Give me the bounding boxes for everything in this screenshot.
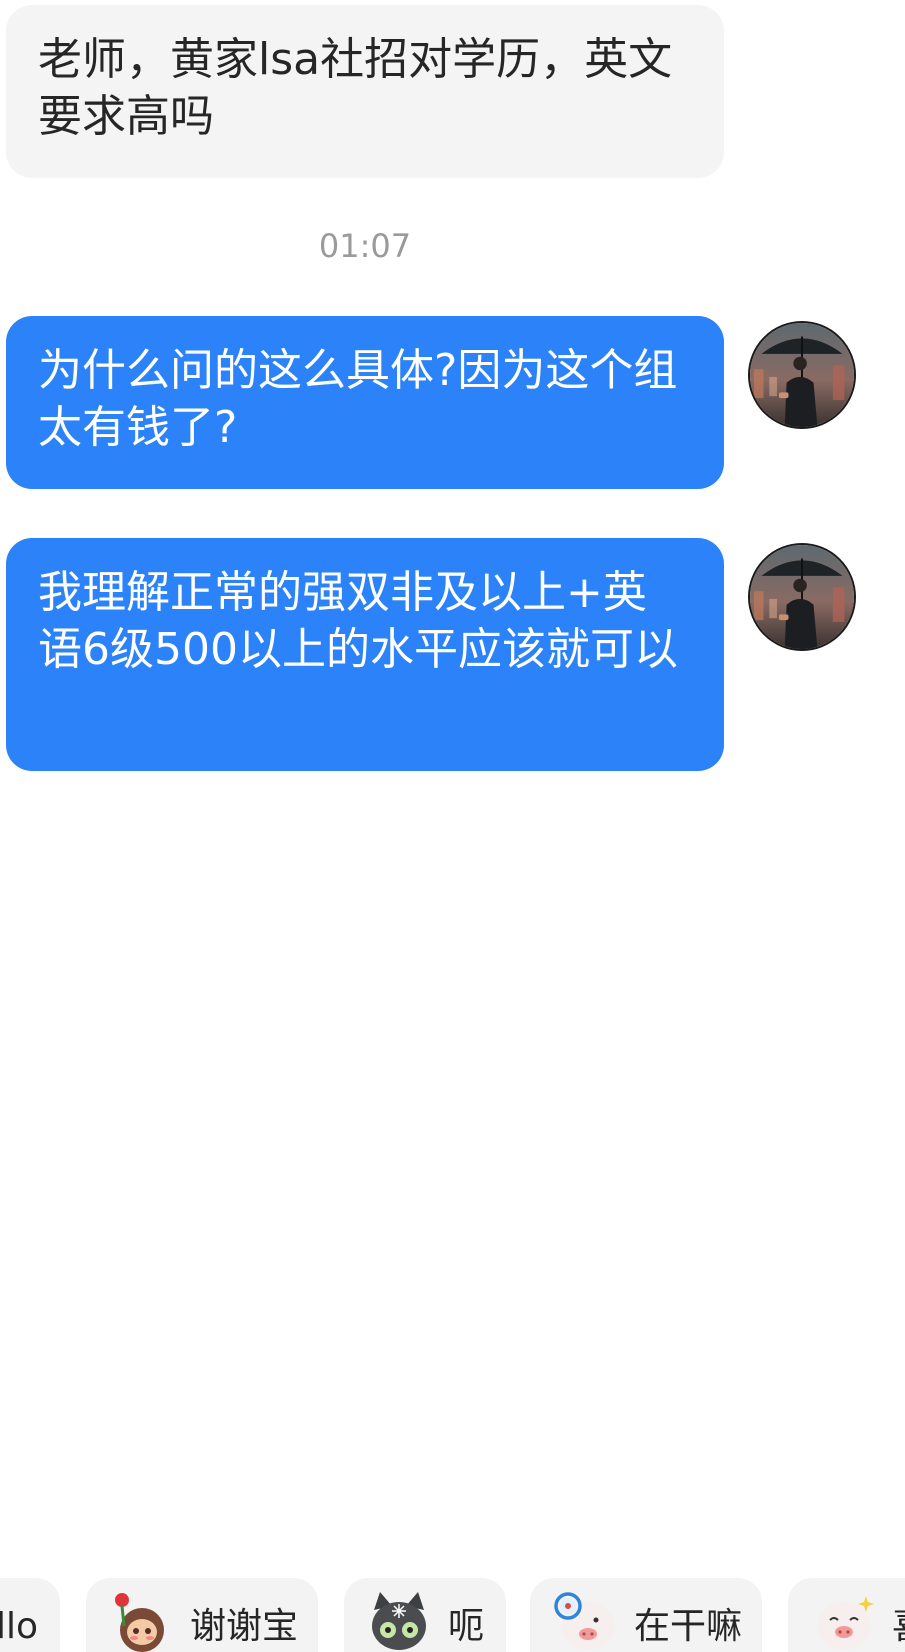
quick-reply-label: 喜 bbox=[892, 1604, 905, 1650]
pig-with-magnifier-sticker-icon bbox=[552, 1586, 618, 1652]
quick-reply-label: 呃 bbox=[448, 1606, 485, 1647]
quick-reply-chip[interactable]: llo bbox=[0, 1578, 60, 1652]
quick-reply-chip[interactable]: 喜 bbox=[788, 1578, 905, 1652]
girl-with-rose-sticker-icon bbox=[108, 1586, 174, 1652]
man-with-umbrella-avatar-icon bbox=[750, 545, 854, 649]
quick-reply-bar: llo 谢谢宝 呃 在干嘛 bbox=[0, 1578, 905, 1652]
pig-sparkle-sticker-icon bbox=[810, 1586, 876, 1652]
quick-reply-label: 在干嘛 bbox=[634, 1606, 743, 1647]
avatar[interactable] bbox=[748, 321, 856, 429]
message-text: 我理解正常的强双非及以上+英语6级500以上的水平应该就可以 bbox=[38, 567, 678, 675]
quick-reply-chip[interactable]: 谢谢宝 bbox=[86, 1578, 318, 1652]
quick-reply-label: llo bbox=[0, 1606, 39, 1647]
man-with-umbrella-avatar-icon bbox=[750, 323, 854, 427]
quick-reply-label: 谢谢宝 bbox=[190, 1606, 299, 1647]
message-bubble-outgoing[interactable]: 我理解正常的强双非及以上+英语6级500以上的水平应该就可以 bbox=[6, 538, 724, 771]
message-text: 为什么问的这么具体?因为这个组太有钱了? bbox=[38, 345, 678, 453]
quick-reply-chip[interactable]: 在干嘛 bbox=[530, 1578, 762, 1652]
gray-cat-sticker-icon bbox=[366, 1586, 432, 1652]
message-timestamp: 01:07 bbox=[318, 227, 412, 265]
message-bubble-incoming[interactable]: 老师，黄家lsa社招对学历，英文要求高吗 bbox=[6, 5, 724, 178]
avatar[interactable] bbox=[748, 543, 856, 651]
chat-screen: 老师，黄家lsa社招对学历，英文要求高吗 01:07 为什么问的这么具体?因为这… bbox=[0, 0, 905, 1652]
message-bubble-outgoing[interactable]: 为什么问的这么具体?因为这个组太有钱了? bbox=[6, 316, 724, 489]
quick-reply-chip[interactable]: 呃 bbox=[344, 1578, 506, 1652]
message-text: 老师，黄家lsa社招对学历，英文要求高吗 bbox=[38, 34, 673, 142]
